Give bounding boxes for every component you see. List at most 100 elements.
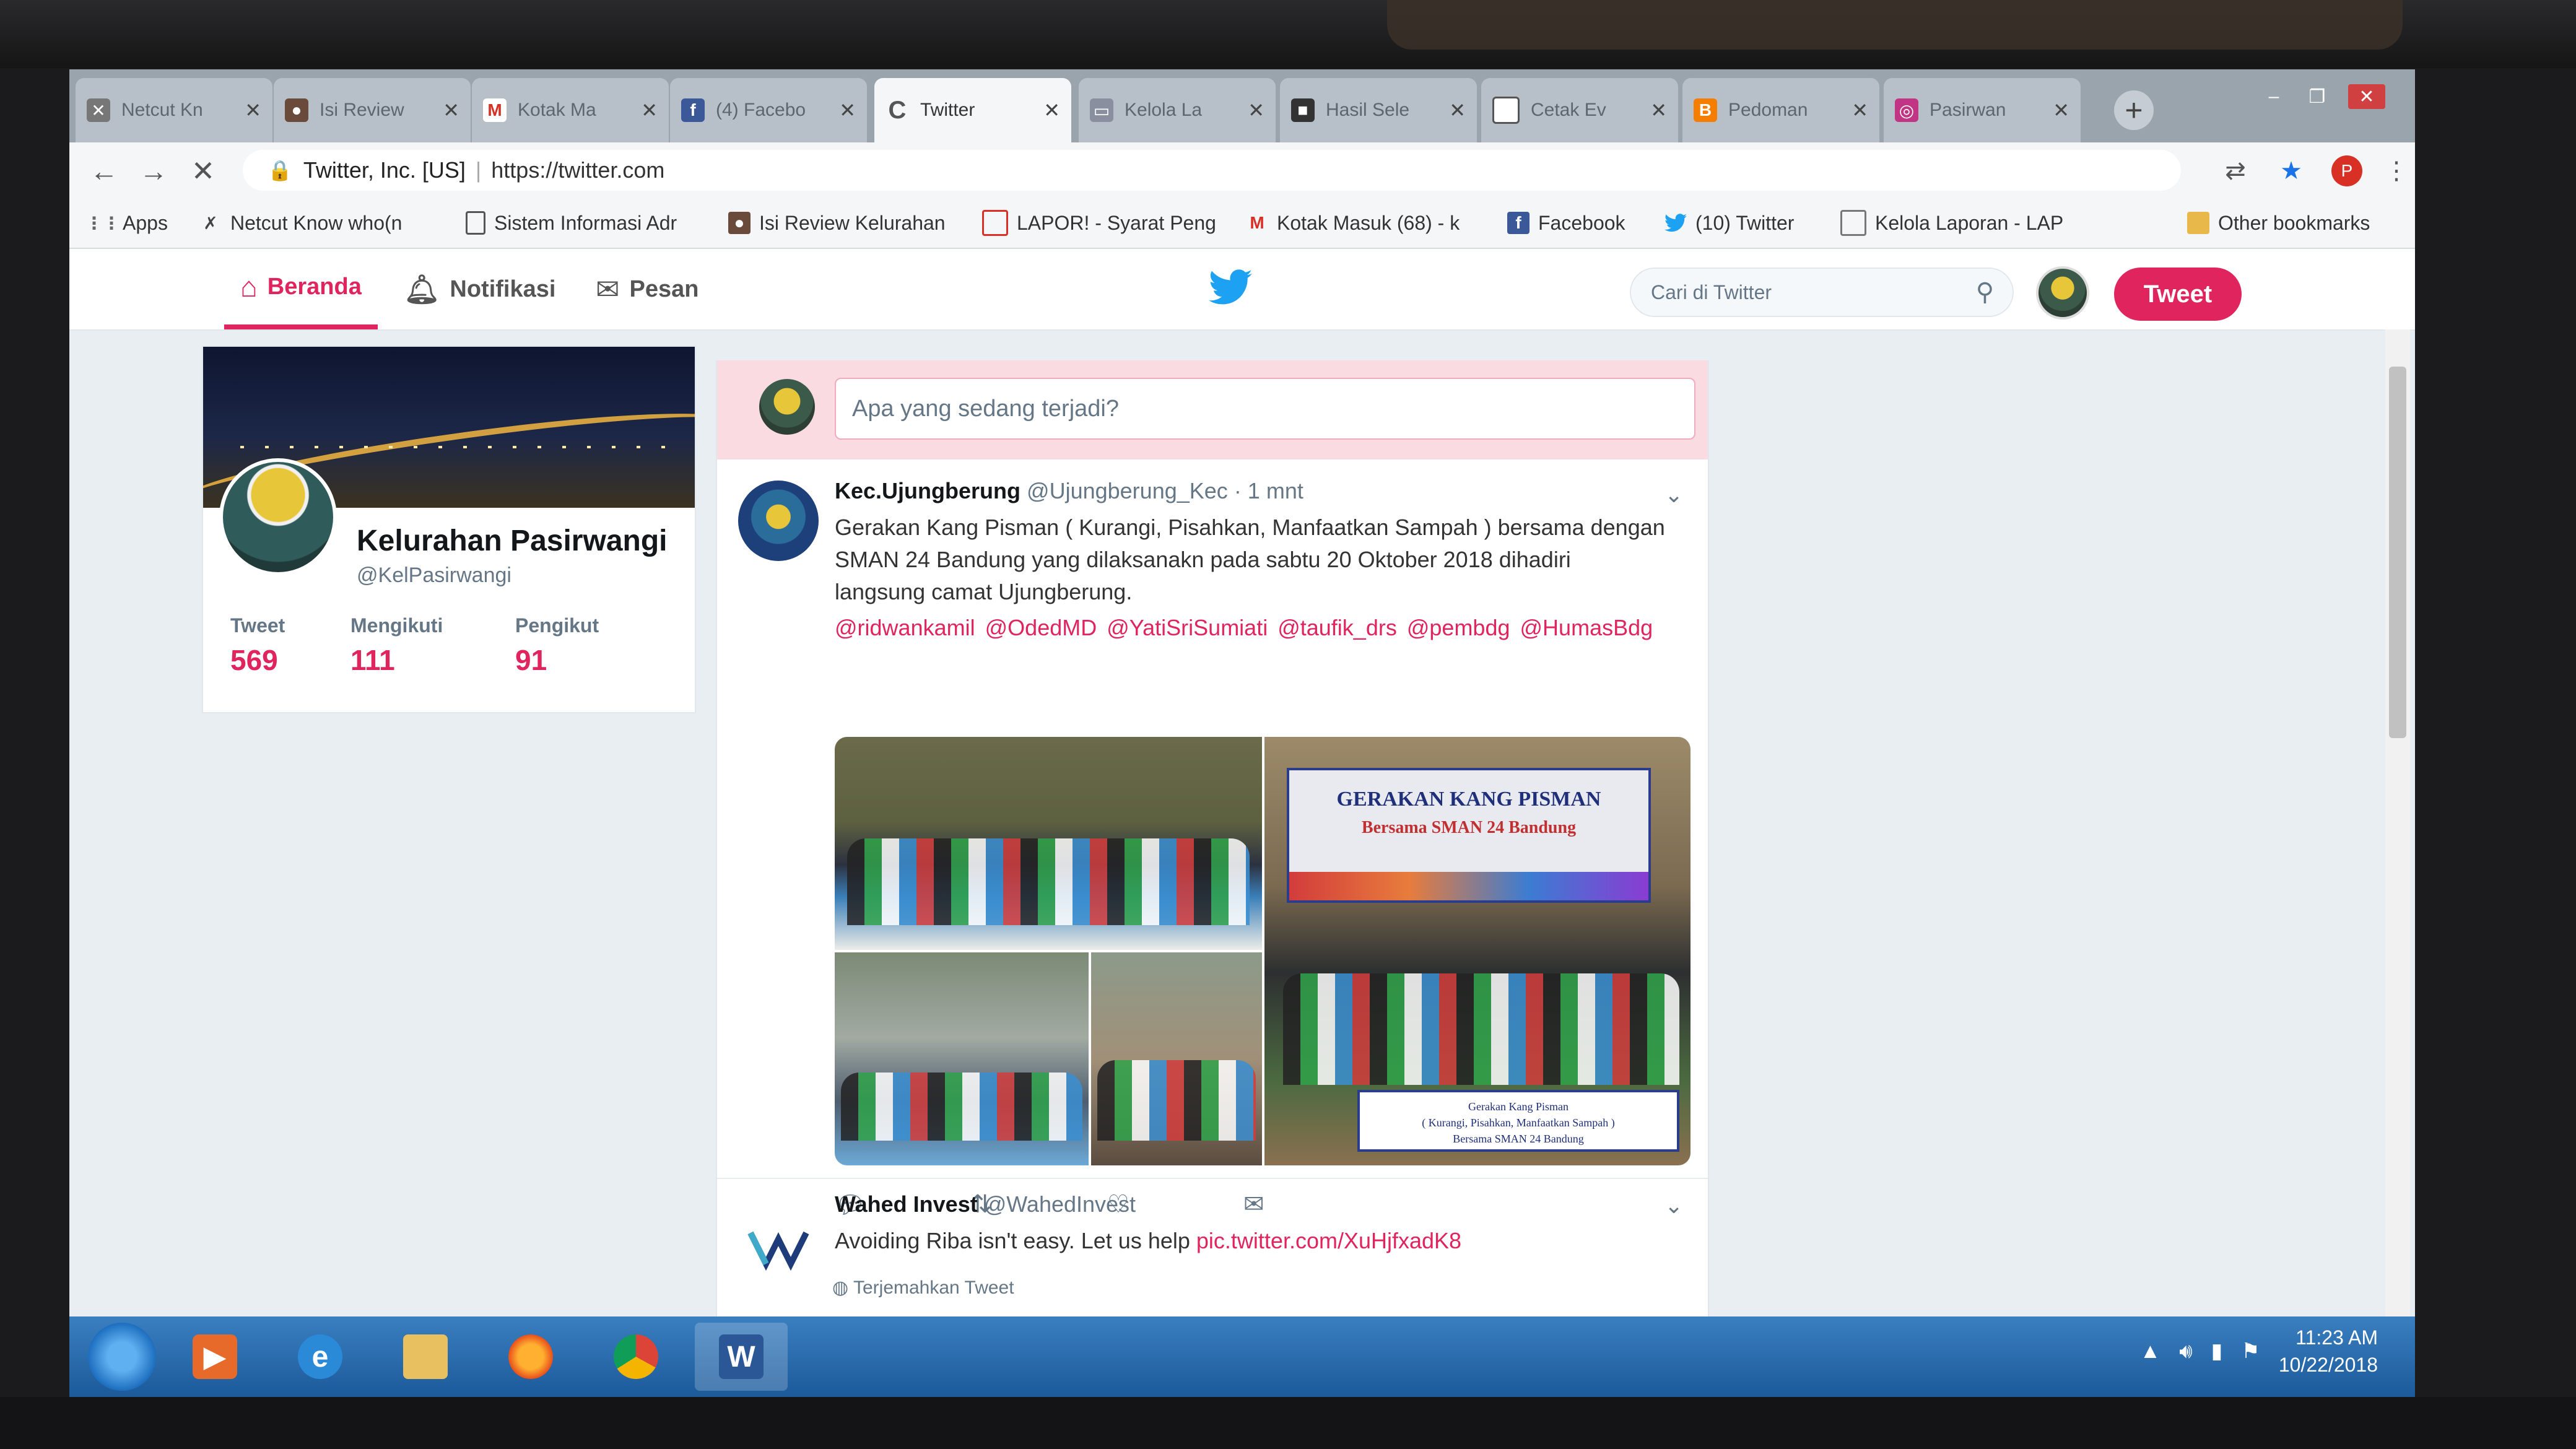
- tweet-photo[interactable]: GERAKAN KANG PISMAN Bersama SMAN 24 Band…: [1264, 737, 1690, 1165]
- tab-cetak[interactable]: Cetak Ev ✕: [1481, 78, 1678, 142]
- profile-avatar[interactable]: [219, 458, 337, 576]
- taskbar-chrome[interactable]: [590, 1323, 682, 1391]
- envelope-icon: ✉: [596, 273, 620, 305]
- close-icon[interactable]: ✕: [1852, 98, 1868, 122]
- tweet[interactable]: Kec.Ujungberung @Ujungberung_Kec · 1 mnt…: [717, 459, 1708, 1219]
- stat-following[interactable]: Mengikuti 111: [350, 614, 443, 677]
- compose-input[interactable]: Apa yang sedang terjadi?: [835, 378, 1695, 440]
- profile-name[interactable]: Kelurahan Pasirwangi: [357, 524, 668, 558]
- maximize-button[interactable]: ❐: [2299, 84, 2336, 109]
- close-icon[interactable]: ✕: [1650, 98, 1667, 122]
- tab-isi-review[interactable]: ● Isi Review ✕: [274, 78, 471, 142]
- taskbar-word[interactable]: W: [695, 1323, 788, 1391]
- volume-icon[interactable]: 🔊︎: [2179, 1339, 2192, 1364]
- tab-hasil[interactable]: ■ Hasil Sele ✕: [1280, 78, 1477, 142]
- bookmark-apps[interactable]: ⋮⋮ Apps: [85, 207, 168, 239]
- forward-button[interactable]: →: [134, 151, 173, 191]
- tab-gmail[interactable]: M Kotak Ma ✕: [472, 78, 669, 142]
- new-tab-button[interactable]: +: [2114, 90, 2154, 130]
- clock-time: 11:23 AM: [2295, 1326, 2378, 1349]
- profile-handle[interactable]: @KelPasirwangi: [357, 564, 511, 588]
- translate-label: Terjemahkan Tweet: [853, 1277, 1014, 1298]
- address-bar[interactable]: 🔒 Twitter, Inc. [US] | https://twitter.c…: [243, 150, 2181, 191]
- tweet-author-handle[interactable]: @Ujungberung_Kec: [1027, 478, 1228, 503]
- bookmark-netcut[interactable]: ✗ Netcut Know who(n: [199, 207, 402, 239]
- mention-link[interactable]: @pembdg: [1407, 615, 1510, 640]
- back-button[interactable]: ←: [84, 151, 124, 191]
- menu-icon[interactable]: ⋮: [2379, 154, 2414, 188]
- clock[interactable]: 11:23 AM 10/22/2018: [2279, 1324, 2378, 1378]
- close-icon[interactable]: ✕: [839, 98, 856, 122]
- bookmark-kelola-laporan[interactable]: Kelola Laporan - LAP: [1840, 207, 2063, 239]
- close-icon[interactable]: ✕: [641, 98, 658, 122]
- stat-followers[interactable]: Pengikut 91: [515, 614, 599, 677]
- start-button[interactable]: [88, 1323, 156, 1391]
- nav-home[interactable]: ⌂ Beranda: [224, 249, 378, 329]
- tweet-author-name[interactable]: Kec.Ujungberung: [835, 478, 1020, 503]
- tweet-author-name[interactable]: Wahed Invest: [835, 1191, 978, 1217]
- mention-link[interactable]: @HumasBdg: [1520, 615, 1653, 640]
- close-icon[interactable]: ✕: [1248, 98, 1264, 122]
- close-icon[interactable]: ✕: [245, 98, 261, 122]
- close-icon[interactable]: ✕: [1449, 98, 1466, 122]
- taskbar-firefox[interactable]: [484, 1323, 577, 1391]
- mention-link[interactable]: @ridwankamil: [835, 615, 975, 640]
- stat-tweets[interactable]: Tweet 569: [230, 614, 285, 677]
- tweet-avatar[interactable]: [738, 481, 819, 561]
- tweet-link[interactable]: pic.twitter.com/XuHjfxadK8: [1196, 1228, 1461, 1253]
- profile-avatar[interactable]: P: [2330, 154, 2364, 188]
- close-icon[interactable]: ✕: [2053, 98, 2069, 122]
- tab-pedoman[interactable]: B Pedoman ✕: [1682, 78, 1879, 142]
- bookmark-lapor[interactable]: LAPOR! - Syarat Peng: [982, 207, 1216, 239]
- action-center-flag-icon[interactable]: ⚑: [2241, 1339, 2260, 1364]
- nav-notifications-label: Notifikasi: [450, 276, 556, 302]
- taskbar-internet-explorer[interactable]: e: [274, 1323, 367, 1391]
- tab-twitter[interactable]: C Twitter ✕: [874, 78, 1071, 142]
- bookmark-star-icon[interactable]: ★: [2274, 154, 2308, 188]
- bookmarks-bar: ⋮⋮ Apps ✗ Netcut Know who(n Sistem Infor…: [69, 198, 2415, 249]
- bookmark-gmail[interactable]: M Kotak Masuk (68) - k: [1246, 207, 1460, 239]
- signal-icon[interactable]: ▮: [2211, 1339, 2223, 1364]
- tab-kelola[interactable]: ▭ Kelola La ✕: [1079, 78, 1276, 142]
- tweet-author-handle[interactable]: @WahedInvest: [984, 1191, 1136, 1217]
- minimize-button[interactable]: –: [2255, 84, 2292, 109]
- tab-netcut[interactable]: ✕ Netcut Kn ✕: [76, 78, 272, 142]
- translate-tweet-link[interactable]: ◍ Terjemahkan Tweet: [832, 1277, 1014, 1299]
- translate-icon[interactable]: ⇄: [2218, 154, 2253, 188]
- nav-notifications[interactable]: 🔔︎ Notifikasi: [404, 249, 555, 329]
- bookmark-sistem-informasi[interactable]: Sistem Informasi Adr: [466, 207, 677, 239]
- search-input[interactable]: [1650, 280, 1976, 305]
- bookmark-facebook[interactable]: f Facebook: [1507, 207, 1625, 239]
- scrollbar-thumb[interactable]: [2389, 367, 2406, 738]
- tweet-button[interactable]: Tweet: [2114, 268, 2242, 321]
- bookmark-other[interactable]: Other bookmarks: [2187, 207, 2370, 239]
- nav-messages[interactable]: ✉ Pesan: [596, 249, 699, 329]
- tweet-avatar[interactable]: [738, 1205, 819, 1286]
- tweet-photo[interactable]: [1091, 952, 1262, 1165]
- chevron-down-icon[interactable]: ⌄: [1664, 1193, 1683, 1219]
- tab-facebook[interactable]: f (4) Facebo ✕: [670, 78, 867, 142]
- tab-pasirwangi[interactable]: ◎ Pasirwan ✕: [1884, 78, 2081, 142]
- tweet-photo[interactable]: [835, 952, 1089, 1165]
- close-icon[interactable]: ✕: [1043, 98, 1060, 122]
- bookmark-twitter[interactable]: (10) Twitter: [1664, 207, 1794, 239]
- tray-expand-icon[interactable]: ▲: [2140, 1339, 2161, 1364]
- search-icon[interactable]: ⚲: [1976, 278, 1994, 307]
- mention-link[interactable]: @YatiSriSumiati: [1107, 615, 1268, 640]
- close-window-button[interactable]: ✕: [2348, 84, 2385, 109]
- word-icon: W: [719, 1334, 764, 1379]
- stop-loading-button[interactable]: ✕: [183, 151, 223, 191]
- twitter-bird-icon[interactable]: [1209, 269, 1252, 306]
- page-scrollbar[interactable]: [2385, 329, 2410, 1376]
- caption-line: Gerakan Kang Pisman: [1468, 1100, 1569, 1113]
- account-avatar[interactable]: [2036, 266, 2089, 320]
- bookmark-isi-review[interactable]: ● Isi Review Kelurahan: [728, 207, 946, 239]
- close-icon[interactable]: ✕: [443, 98, 459, 122]
- taskbar-file-explorer[interactable]: [379, 1323, 472, 1391]
- chevron-down-icon[interactable]: ⌄: [1664, 482, 1683, 508]
- tweet-photo[interactable]: [835, 737, 1262, 950]
- taskbar-media-player[interactable]: ▶: [168, 1323, 261, 1391]
- mention-link[interactable]: @OdedMD: [985, 615, 1097, 640]
- mention-link[interactable]: @taufik_drs: [1277, 615, 1397, 640]
- tweet-time[interactable]: · 1 mnt: [1234, 478, 1303, 503]
